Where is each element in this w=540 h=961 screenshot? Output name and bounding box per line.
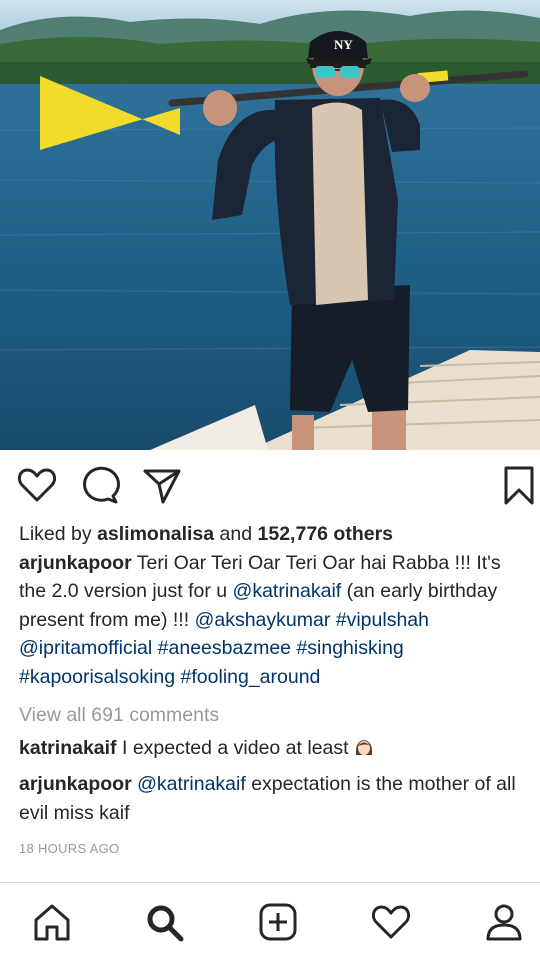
caption-mention[interactable]: @ipritamofficial [19, 637, 152, 659]
like-button[interactable] [16, 464, 58, 506]
caption-hashtag[interactable]: #vipulshah [336, 609, 429, 631]
tab-home[interactable] [31, 901, 73, 943]
likes-line: Liked by aslimonalisa and 152,776 others [19, 520, 524, 549]
comment-item: katrinakaif I expected a video at least [19, 734, 524, 763]
caption-mention[interactable]: @katrinakaif [233, 580, 342, 602]
home-icon [34, 904, 70, 941]
view-all-comments-link[interactable]: View all 691 comments [19, 701, 524, 730]
caption-hashtag[interactable]: #singhisking [296, 637, 403, 659]
share-icon [143, 469, 181, 504]
caption-hashtag[interactable]: #aneesbazmee [158, 637, 291, 659]
caption-hashtag[interactable]: #kapoorisalsoking [19, 666, 175, 688]
comment-text: I expected a video at least [121, 736, 349, 759]
likes-prefix: Liked by [19, 523, 92, 545]
add-icon [259, 903, 297, 941]
heart-icon [371, 905, 411, 939]
tab-profile[interactable] [483, 901, 525, 943]
heart-icon [17, 468, 57, 502]
comment-icon [83, 466, 120, 504]
bottom-tab-bar [0, 882, 540, 961]
save-button[interactable] [498, 464, 540, 506]
share-button[interactable] [141, 464, 183, 506]
profile-icon [486, 904, 522, 941]
tab-search[interactable] [143, 901, 185, 943]
comment-username[interactable]: katrinakaif [19, 737, 117, 759]
comment-button[interactable] [79, 464, 121, 506]
tab-activity[interactable] [370, 901, 412, 943]
post-details: Liked by aslimonalisa and 152,776 others… [19, 520, 524, 858]
caption-author[interactable]: arjunkapoor [19, 552, 132, 574]
post-caption: arjunkapoor Teri Oar Teri Oar Teri Oar h… [19, 549, 524, 692]
cap-logo: NY [334, 37, 353, 52]
search-icon [147, 905, 184, 942]
comment-username[interactable]: arjunkapoor [19, 773, 132, 795]
woman-emoji-icon [354, 737, 374, 757]
comment-mention[interactable]: @katrinakaif [137, 773, 246, 795]
liker-username[interactable]: aslimonalisa [97, 523, 214, 545]
post-actions [0, 450, 540, 520]
post-timestamp: 18 HOURS AGO [19, 841, 120, 856]
tab-add[interactable] [257, 901, 299, 943]
likes-joiner: and [219, 523, 253, 545]
comment-item: arjunkapoor @katrinakaif expectation is … [19, 770, 524, 827]
caption-hashtag[interactable]: #fooling_around [181, 666, 321, 688]
bookmark-icon [504, 466, 534, 505]
likes-count[interactable]: 152,776 others [258, 523, 394, 545]
post-photo[interactable]: NY [0, 0, 540, 450]
caption-mention[interactable]: @akshaykumar [195, 609, 331, 631]
